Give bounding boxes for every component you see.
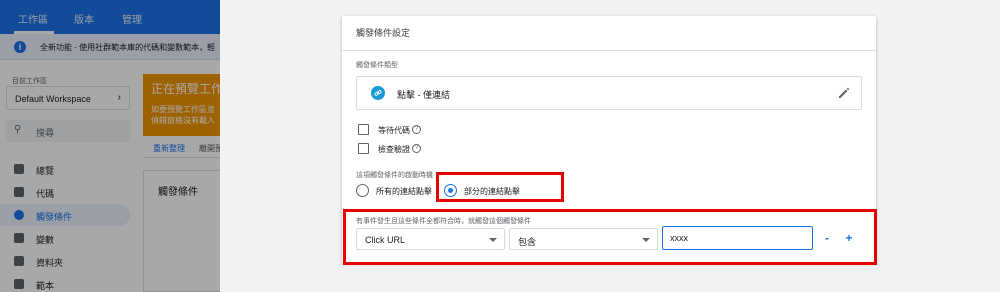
card-title: 觸發條件設定 xyxy=(356,28,411,38)
modal-scrim[interactable] xyxy=(0,0,220,292)
highlight-some-link-clicks xyxy=(436,172,564,202)
all-link-clicks-radio[interactable] xyxy=(356,184,369,197)
divider xyxy=(342,50,876,51)
link-icon xyxy=(371,86,385,100)
wait-for-tags-checkbox[interactable] xyxy=(358,124,369,135)
help-icon[interactable]: ? xyxy=(412,144,421,153)
highlight-condition-row xyxy=(343,209,877,265)
help-icon[interactable]: ? xyxy=(412,125,421,134)
fire-on-label: 這項觸發條件的啟動時機 xyxy=(356,172,433,179)
check-validation-label: 檢查驗證 xyxy=(378,145,410,154)
check-validation-checkbox[interactable] xyxy=(358,143,369,154)
pencil-icon[interactable] xyxy=(837,86,851,100)
wait-for-tags-label: 等待代碼 xyxy=(378,126,410,135)
all-link-clicks-label: 所有的連結點擊 xyxy=(376,187,432,196)
background-app: 工作區 版本 管理 i 全新功能 - 使用社群範本庫的代碼和變數範本，輕 目前工… xyxy=(0,0,220,292)
trigger-type-selector[interactable]: 點擊 - 僅連結 xyxy=(356,76,862,110)
trigger-type-label: 觸發條件類型 xyxy=(356,62,398,69)
trigger-type-name: 點擊 - 僅連結 xyxy=(397,90,450,100)
